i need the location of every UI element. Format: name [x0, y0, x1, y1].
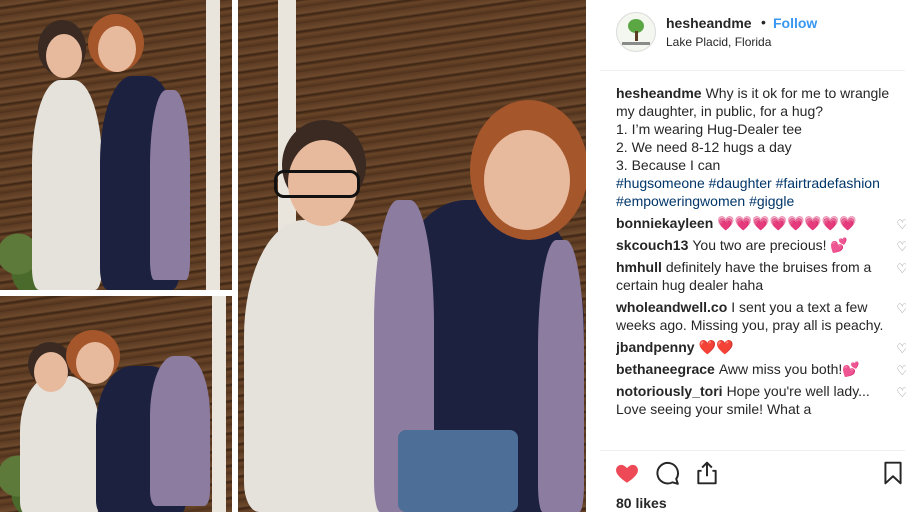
post-sidebar: hesheandme • Follow Lake Placid, Florida…	[600, 0, 921, 512]
comment-like-heart-icon[interactable]: ♡	[896, 216, 906, 234]
comment-text: You two are precious! 💕	[692, 237, 848, 253]
comment-item: wholeandwell.co I sent you a text a few w…	[616, 298, 906, 334]
comment-item: skcouch13 You two are precious! 💕 ♡	[616, 236, 906, 254]
avatar[interactable]	[616, 12, 656, 52]
comment-text: Aww miss you both!💕	[718, 361, 860, 377]
heart-filled-icon[interactable]	[614, 460, 640, 486]
hashtag-link[interactable]: #empoweringwomen	[616, 193, 745, 209]
photo-panel-top-left	[0, 0, 232, 290]
comment-like-heart-icon[interactable]: ♡	[896, 340, 906, 358]
hashtag-link[interactable]: #giggle	[749, 193, 794, 209]
username-link[interactable]: hesheandme	[666, 15, 752, 31]
comment-item: notoriously_tori Hope you're well lady...…	[616, 382, 906, 418]
share-icon[interactable]	[694, 460, 720, 486]
comment-item: hmhull definitely have the bruises from a…	[616, 258, 906, 294]
hashtag-link[interactable]: #daughter	[709, 175, 772, 191]
caption-line-3: 2. We need 8-12 hugs a day	[616, 139, 792, 155]
comment-username[interactable]: skcouch13	[616, 237, 688, 253]
action-bar: 80 likes	[600, 450, 905, 513]
comment-like-heart-icon[interactable]: ♡	[896, 384, 906, 402]
post-header: hesheandme • Follow Lake Placid, Florida	[600, 0, 905, 71]
comment-username[interactable]: jbandpenny	[616, 339, 695, 355]
comment-username[interactable]: bonniekayleen	[616, 215, 713, 231]
comment-item: bethaneegrace Aww miss you both!💕 ♡	[616, 360, 906, 378]
comment-username[interactable]: bethaneegrace	[616, 361, 715, 377]
bookmark-icon[interactable]	[880, 460, 906, 486]
comment-item: bonniekayleen 💗💗💗💗💗💗💗💗 ♡	[616, 214, 906, 232]
comment-text: 💗💗💗💗💗💗💗💗	[717, 215, 857, 231]
comment-like-heart-icon[interactable]: ♡	[896, 260, 906, 278]
follow-button[interactable]: Follow	[773, 15, 817, 31]
caption-line-4: 3. Because I can	[616, 157, 721, 173]
separator-dot: •	[761, 14, 766, 30]
caption-line-2: 1. I’m wearing Hug-Dealer tee	[616, 121, 802, 137]
comment-like-heart-icon[interactable]: ♡	[896, 238, 906, 256]
hashtag-link[interactable]: #hugsomeone	[616, 175, 705, 191]
location-link[interactable]: Lake Placid, Florida	[666, 35, 771, 49]
photo-panel-bottom-left	[0, 296, 232, 512]
comments-list[interactable]: hesheandme Why is it ok for me to wrangle…	[616, 84, 906, 448]
photo-panel-main	[238, 0, 586, 512]
comment-bubble-icon[interactable]	[654, 460, 680, 486]
comment-username[interactable]: hmhull	[616, 259, 662, 275]
caption: hesheandme Why is it ok for me to wrangle…	[616, 84, 906, 210]
comment-like-heart-icon[interactable]: ♡	[896, 362, 906, 380]
likes-count[interactable]: 80 likes	[616, 495, 667, 511]
post-photo-collage[interactable]	[0, 0, 586, 512]
comment-username[interactable]: wholeandwell.co	[616, 299, 727, 315]
comment-username[interactable]: notoriously_tori	[616, 383, 723, 399]
comment-item: jbandpenny ❤️❤️ ♡	[616, 338, 906, 356]
comment-like-heart-icon[interactable]: ♡	[896, 300, 906, 318]
caption-username[interactable]: hesheandme	[616, 85, 702, 101]
comment-text: ❤️❤️	[698, 339, 734, 355]
hashtag-link[interactable]: #fairtradefashion	[776, 175, 880, 191]
